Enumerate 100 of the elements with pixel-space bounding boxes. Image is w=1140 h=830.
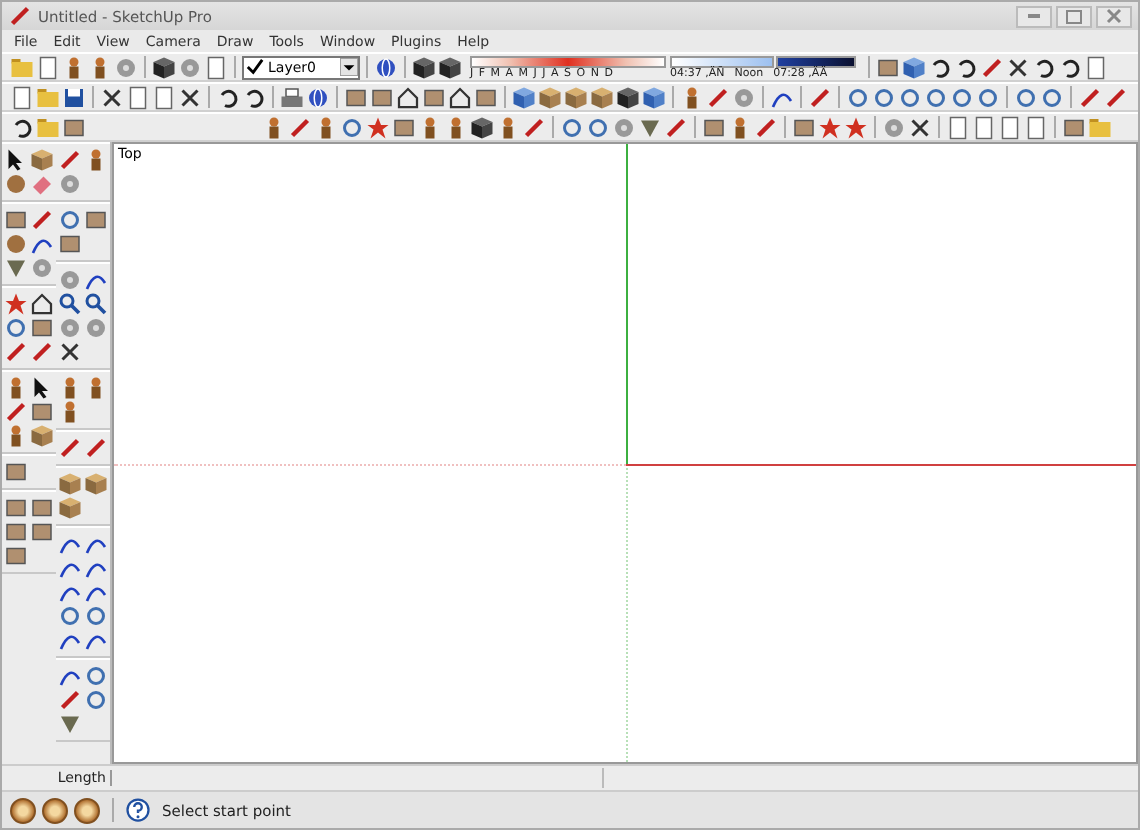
box-icon[interactable]: [4, 496, 28, 520]
ring-icon[interactable]: [560, 115, 584, 139]
printer-icon[interactable]: [280, 85, 304, 109]
circle-icon[interactable]: [4, 232, 28, 256]
ring-icon[interactable]: [84, 688, 108, 712]
page-icon[interactable]: [1084, 55, 1108, 79]
box-icon[interactable]: [1062, 115, 1086, 139]
ring-icon[interactable]: [950, 85, 974, 109]
pencil-icon[interactable]: [1104, 85, 1128, 109]
ring-icon[interactable]: [846, 85, 870, 109]
globe-icon[interactable]: [374, 55, 398, 79]
pencil-icon[interactable]: [980, 55, 1004, 79]
undo-icon[interactable]: [1058, 55, 1082, 79]
page-icon[interactable]: [204, 55, 228, 79]
ring-icon[interactable]: [58, 208, 82, 232]
circle-icon[interactable]: [4, 172, 28, 196]
ring-icon[interactable]: [1040, 85, 1064, 109]
pencil-icon[interactable]: [84, 436, 108, 460]
pencil-icon[interactable]: [4, 340, 28, 364]
close-button[interactable]: [1096, 5, 1132, 27]
ring-icon[interactable]: [924, 85, 948, 109]
date-slider-track[interactable]: [470, 55, 666, 67]
pencil-icon[interactable]: [808, 85, 832, 109]
page-icon[interactable]: [1024, 115, 1048, 139]
cube-icon[interactable]: [84, 472, 108, 496]
ring-icon[interactable]: [1014, 85, 1038, 109]
ring-icon[interactable]: [84, 604, 108, 628]
undo-icon[interactable]: [10, 115, 34, 139]
pencil-icon[interactable]: [30, 340, 54, 364]
star-icon[interactable]: [366, 115, 390, 139]
page-icon[interactable]: [972, 115, 996, 139]
house-icon[interactable]: [30, 292, 54, 316]
house-icon[interactable]: [448, 85, 472, 109]
arrow-icon[interactable]: [30, 376, 54, 400]
maximize-button[interactable]: [1056, 5, 1092, 27]
box-icon[interactable]: [422, 85, 446, 109]
cross-icon[interactable]: [1006, 55, 1030, 79]
box-icon[interactable]: [84, 208, 108, 232]
help-icon[interactable]: [126, 798, 150, 822]
box-icon[interactable]: [4, 544, 28, 568]
page-icon[interactable]: [998, 115, 1022, 139]
box-icon[interactable]: [702, 115, 726, 139]
pencil-icon[interactable]: [522, 115, 546, 139]
triangle-icon[interactable]: [58, 712, 82, 736]
pencil-icon[interactable]: [58, 436, 82, 460]
box-icon[interactable]: [62, 115, 86, 139]
box-icon[interactable]: [30, 496, 54, 520]
undo-icon[interactable]: [954, 55, 978, 79]
pencil-icon[interactable]: [1078, 85, 1102, 109]
cube-icon[interactable]: [58, 472, 82, 496]
page-icon[interactable]: [10, 85, 34, 109]
magnifier-icon[interactable]: [84, 292, 108, 316]
page-icon[interactable]: [36, 55, 60, 79]
page-icon[interactable]: [946, 115, 970, 139]
pencil-icon[interactable]: [30, 208, 54, 232]
pencil-icon[interactable]: [664, 115, 688, 139]
cube-icon[interactable]: [30, 424, 54, 448]
triangle-icon[interactable]: [638, 115, 662, 139]
pencil-icon[interactable]: [288, 115, 312, 139]
page-icon[interactable]: [126, 85, 150, 109]
minimize-button[interactable]: [1016, 5, 1052, 27]
star-icon[interactable]: [818, 115, 842, 139]
box-icon[interactable]: [58, 232, 82, 256]
ring-icon[interactable]: [84, 664, 108, 688]
house-icon[interactable]: [396, 85, 420, 109]
star-icon[interactable]: [4, 292, 28, 316]
box-icon[interactable]: [370, 85, 394, 109]
cube-icon[interactable]: [590, 85, 614, 109]
triangle-icon[interactable]: [4, 256, 28, 280]
magnifier-icon[interactable]: [58, 292, 82, 316]
cross-icon[interactable]: [178, 85, 202, 109]
cube-icon[interactable]: [58, 496, 82, 520]
pencil-icon[interactable]: [706, 85, 730, 109]
box-icon[interactable]: [474, 85, 498, 109]
box-icon[interactable]: [30, 520, 54, 544]
cube-icon[interactable]: [564, 85, 588, 109]
box-icon[interactable]: [876, 55, 900, 79]
star-icon[interactable]: [844, 115, 868, 139]
page-icon[interactable]: [152, 85, 176, 109]
ring-icon[interactable]: [898, 85, 922, 109]
ring-icon[interactable]: [4, 316, 28, 340]
box-icon[interactable]: [30, 400, 54, 424]
box-icon[interactable]: [392, 115, 416, 139]
ring-icon[interactable]: [872, 85, 896, 109]
undo-icon[interactable]: [216, 85, 240, 109]
undo-icon[interactable]: [928, 55, 952, 79]
pencil-icon[interactable]: [58, 148, 82, 172]
pencil-icon[interactable]: [58, 688, 82, 712]
ring-icon[interactable]: [976, 85, 1000, 109]
cube-icon[interactable]: [538, 85, 562, 109]
cross-icon[interactable]: [908, 115, 932, 139]
box-icon[interactable]: [4, 520, 28, 544]
box-icon[interactable]: [4, 208, 28, 232]
pencil-icon[interactable]: [754, 115, 778, 139]
undo-icon[interactable]: [1032, 55, 1056, 79]
box-icon[interactable]: [4, 460, 28, 484]
cross-icon[interactable]: [58, 340, 82, 364]
arrow-icon[interactable]: [4, 148, 28, 172]
box-icon[interactable]: [30, 316, 54, 340]
pencil-icon[interactable]: [4, 400, 28, 424]
